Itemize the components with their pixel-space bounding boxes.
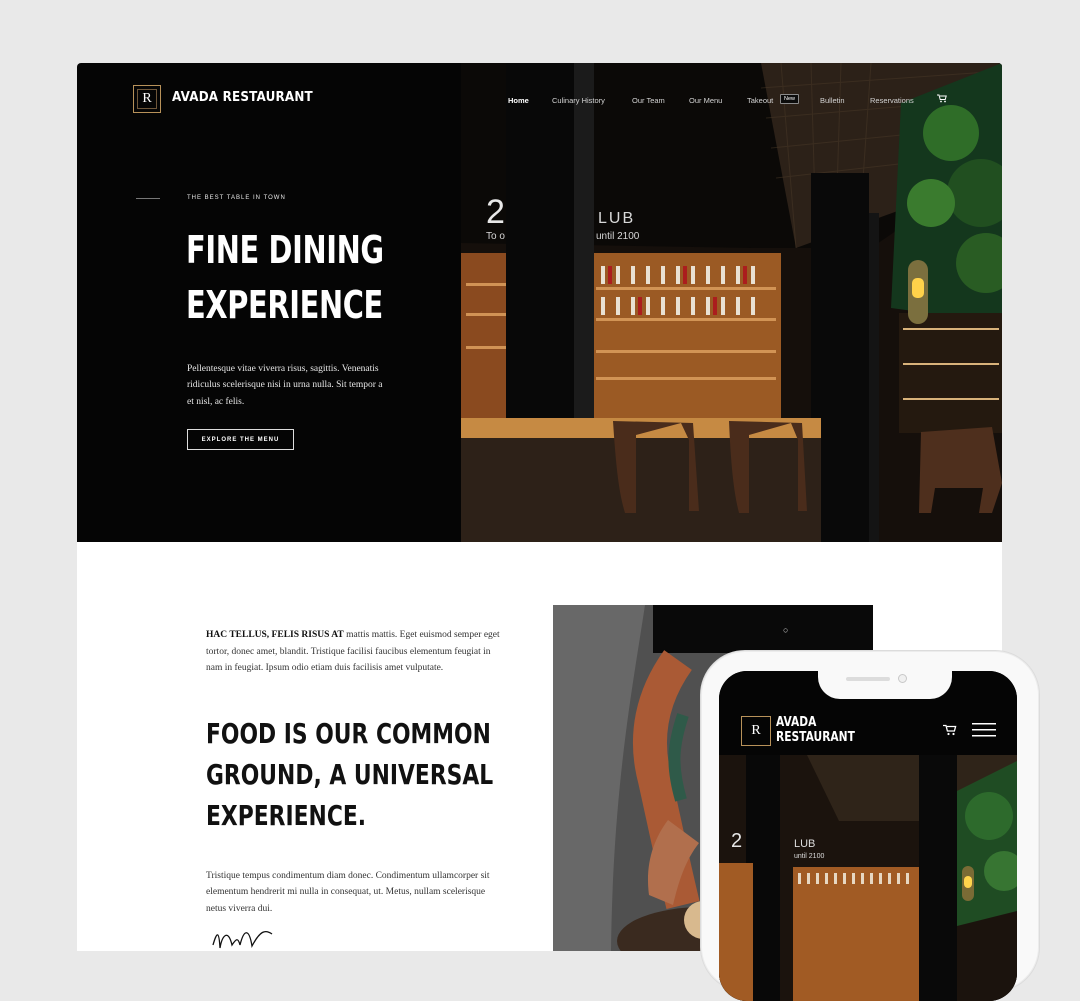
mobile-logo-letter: R bbox=[751, 723, 761, 738]
main-navigation: R AVADA RESTAURANT Home Culinary History… bbox=[77, 63, 1002, 137]
hero-paragraph: Pellentesque vitae viverra risus, sagitt… bbox=[187, 363, 383, 407]
mobile-cart-icon[interactable] bbox=[943, 724, 957, 736]
nav-takeout[interactable]: Takeout bbox=[747, 96, 773, 105]
nav-our-menu[interactable]: Our Menu bbox=[689, 96, 722, 105]
intro-heading-line-2: GROUND, A UNIVERSAL bbox=[206, 758, 494, 791]
svg-text:until 2100: until 2100 bbox=[596, 231, 640, 242]
svg-text:LUB: LUB bbox=[794, 838, 815, 850]
svg-text:2: 2 bbox=[731, 830, 742, 852]
intro-heading: FOOD IS OUR COMMON GROUND, A UNIVERSAL E… bbox=[206, 713, 493, 836]
hamburger-menu-icon[interactable] bbox=[972, 722, 996, 738]
intro-lead-text: HAC TELLUS, FELIS RISUS AT mattis mattis… bbox=[206, 627, 504, 677]
svg-text:LUB: LUB bbox=[598, 210, 635, 227]
nav-reservations[interactable]: Reservations bbox=[870, 96, 914, 105]
nav-culinary-history[interactable]: Culinary History bbox=[552, 96, 605, 105]
signature-image bbox=[212, 930, 273, 949]
phone-speaker bbox=[846, 677, 890, 681]
intro-lead-bold: HAC TELLUS, FELIS RISUS AT bbox=[206, 630, 344, 640]
hero-title-line-2: EXPERIENCE bbox=[186, 283, 383, 327]
logo-emblem-icon[interactable]: R bbox=[133, 85, 161, 113]
nav-home[interactable]: Home bbox=[508, 96, 529, 105]
phone-notch bbox=[818, 663, 952, 699]
svg-text:To o: To o bbox=[486, 231, 505, 242]
phone-screen: 2 LUB until 2100 R AVADA RESTAURANT bbox=[719, 671, 1017, 1001]
site-logo-text[interactable]: AVADA RESTAURANT bbox=[172, 90, 313, 105]
intro-paragraph: Tristique tempus condimentum diam donec.… bbox=[206, 870, 490, 914]
new-badge: New bbox=[780, 94, 800, 104]
cart-icon[interactable] bbox=[937, 94, 947, 103]
intro-heading-line-3: EXPERIENCE. bbox=[206, 799, 367, 832]
hero-title-line-1: FINE DINING bbox=[186, 228, 384, 272]
mobile-logo-emblem-icon[interactable]: R bbox=[741, 716, 771, 746]
mobile-logo-text[interactable]: AVADA RESTAURANT bbox=[776, 715, 855, 745]
intro-heading-line-1: FOOD IS OUR COMMON bbox=[206, 717, 491, 750]
nav-bulletin[interactable]: Bulletin bbox=[820, 96, 845, 105]
hero-tagline: THE BEST TABLE IN TOWN bbox=[187, 195, 286, 201]
svg-text:2: 2 bbox=[486, 193, 505, 231]
phone-camera bbox=[898, 674, 907, 683]
mobile-phone-preview: 2 LUB until 2100 R AVADA RESTAURANT bbox=[700, 650, 1040, 1001]
mobile-logo-line-2: RESTAURANT bbox=[776, 730, 855, 745]
hero-title: FINE DINING EXPERIENCE bbox=[186, 223, 384, 333]
mobile-logo-line-1: AVADA bbox=[776, 715, 817, 730]
tagline-rule bbox=[136, 198, 160, 199]
hero-section: 2 LUB until 2100 To o R AVADA RESTAURANT… bbox=[77, 63, 1002, 542]
nav-our-team[interactable]: Our Team bbox=[632, 96, 665, 105]
logo-letter: R bbox=[142, 91, 152, 106]
svg-text:until 2100: until 2100 bbox=[794, 853, 824, 860]
explore-menu-button[interactable]: EXPLORE THE MENU bbox=[187, 429, 294, 450]
svg-text:○: ○ bbox=[783, 625, 788, 635]
